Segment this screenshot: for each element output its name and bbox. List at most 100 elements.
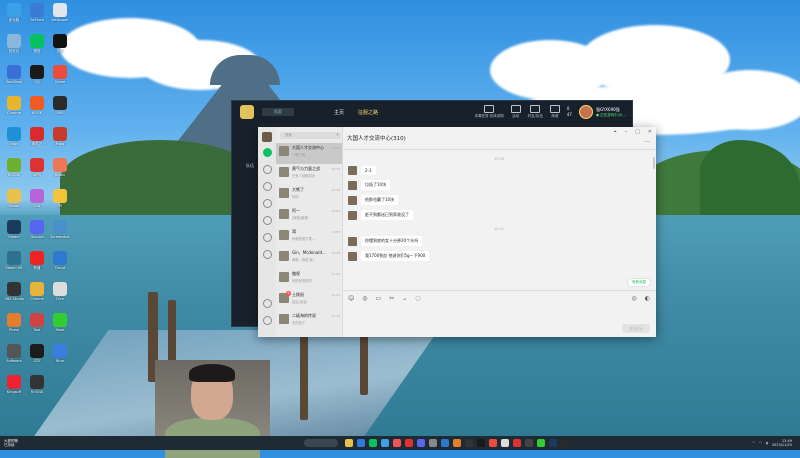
taskbar-app-icon[interactable] [345,439,353,447]
desktop-icon[interactable]: 剪映 [48,34,72,53]
desktop-icon[interactable]: Software [2,344,26,363]
emoji-icon[interactable]: ☺ [348,295,354,302]
taskbar-app-icon[interactable] [477,439,485,447]
scrollbar[interactable] [653,157,655,169]
mini-program-icon[interactable] [262,250,272,259]
desktop-icon[interactable]: Blue [48,344,72,363]
desktop-icon[interactable]: 网易云 [25,127,49,146]
desktop-icon[interactable]: Steam VR [2,251,26,270]
wifi-icon[interactable]: ◠ [759,441,762,445]
taskbar-app-icon[interactable] [453,439,461,447]
taskbar-app-icon[interactable] [357,439,365,447]
launcher-search[interactable]: 搜索 [262,108,294,116]
desktop-icon[interactable]: 有道 [25,251,49,270]
pin-icon[interactable]: ⌖ [614,129,617,135]
launcher-activity[interactable]: 活动 [510,105,521,119]
conversation-item[interactable]: 黄气与力量之战 已有人领取成功 13:33 [276,164,342,185]
taskbar-app-icon[interactable] [537,439,545,447]
chevron-down-icon[interactable]: ⌄ [402,295,407,302]
desktop-icon[interactable]: Cloud [48,251,72,270]
desktop-icon[interactable]: Wallpaper [48,3,72,22]
weather-widget[interactable]: 大雾预警 已持续 [4,439,44,447]
maximize-icon[interactable]: □ [635,129,640,135]
conversation-item[interactable]: 大国人才交流中心 一眼丁真 13:49 [276,143,342,164]
tab-conquest[interactable]: 征服之路 [358,109,378,116]
favorites-icon[interactable] [262,182,272,191]
new-message-pill[interactable]: 有新消息 [628,279,650,286]
desktop-icon[interactable]: Mask [48,313,72,332]
desktop-icon[interactable]: OBS Studio [2,282,26,301]
taskbar-app-icon[interactable] [429,439,437,447]
desktop-icon[interactable]: Screenshot [48,220,72,239]
phone-icon[interactable] [262,299,272,308]
menu-icon[interactable] [262,316,272,325]
desktop-icon[interactable]: Steam [2,220,26,239]
launcher-friends[interactable]: 好友/队伍 [528,105,543,119]
message[interactable]: 赶不到都送已到家收没了 [348,210,656,220]
desktop-icon[interactable]: YY [48,189,72,208]
desktop-icon[interactable]: Chrome [2,96,26,115]
favorites-icon[interactable]: ◎ [362,295,367,302]
desktop-icon[interactable]: OBS [48,96,72,115]
chats-icon[interactable] [262,148,272,157]
send-button[interactable]: 发送(S) [622,324,650,333]
tab-home[interactable]: 主页 [334,109,344,116]
desktop-icon[interactable]: Dice [48,282,72,301]
conversation-item[interactable]: 大熊了 好的 13:30 [276,185,342,206]
conversation-item[interactable]: 傲视 好的好的好的 11:56 [276,269,342,290]
chat-history-icon[interactable]: ◌ [415,295,420,302]
taskbar-app-icon[interactable] [549,439,557,447]
minimize-icon[interactable]: – [625,129,628,135]
desktop-icon[interactable]: Cat [25,189,49,208]
conversation-item[interactable]: 2 土拨鼠 加油,加油.. 11:43 [276,290,342,311]
close-icon[interactable]: ✕ [648,129,652,135]
desktop-icon[interactable]: Pubg [48,127,72,146]
desktop-icon[interactable]: Edge [2,127,26,146]
taskbar-app-icon[interactable] [465,439,473,447]
taskbar-app-icon[interactable] [393,439,401,447]
desktop-icon[interactable]: 回收站 [2,34,26,53]
message[interactable]: 你懂到底的女十分钟20个头吗 [348,236,656,246]
voice-call-icon[interactable]: ◎ [632,295,637,302]
more-icon[interactable]: ··· [644,139,650,146]
taskbar-app-icon[interactable] [501,439,509,447]
desktop-icon[interactable]: Tool [25,313,49,332]
taskbar-search[interactable] [304,439,338,447]
desktop-icon[interactable]: Folder [2,189,26,208]
desktop-icon[interactable]: ZZZ [25,344,49,363]
desktop-icon[interactable]: QQ [25,65,49,84]
taskbar-app-icon[interactable] [381,439,389,447]
volume-icon[interactable]: ◖ [766,441,768,445]
player-profile[interactable]: 强GYX690强 ● 正在游戏中(大… [578,105,626,119]
video-call-icon[interactable]: ◐ [645,295,650,302]
desktop-icon[interactable]: NVIDIA [2,158,26,177]
message[interactable]: 他那也赢了10块 [348,195,656,205]
taskbar-app-icon[interactable] [369,439,377,447]
screenshot-icon[interactable]: ✂ [389,295,394,302]
desktop-icon[interactable]: 微信 [25,34,49,53]
moments-icon[interactable] [262,199,272,208]
conversation-item[interactable]: 阿一 [转账]谢谢 13:05 [276,206,342,227]
message[interactable]: 2-3 [348,166,656,175]
input-area[interactable]: ☺ ◎ ▭ ✂ ⌄ ◌ ◎ ◐ 发送(S) [342,290,656,337]
taskbar-app-icon[interactable] [525,439,533,447]
desktop-icon[interactable]: SoloDesk [2,65,26,84]
my-avatar[interactable] [262,132,272,142]
desktop-icon[interactable]: Discord [25,220,49,239]
desktop-icon[interactable]: KOOK [25,96,49,115]
desktop-icon[interactable]: NVIDIA [25,375,49,394]
contacts-icon[interactable] [262,165,272,174]
taskbar-app-icon[interactable] [489,439,497,447]
taskbar-app-icon[interactable] [405,439,413,447]
file-icon[interactable]: ▭ [376,295,382,302]
clock[interactable]: 13:49 2023/11/25 [772,439,792,447]
taskbar-app-icon[interactable] [441,439,449,447]
desktop-icon[interactable]: GeForce [25,3,49,22]
taskbar-app-icon[interactable] [513,439,521,447]
desktop-icon[interactable]: Game [48,65,72,84]
desktop-icon[interactable]: Photo [2,313,26,332]
conversation-item[interactable]: 渴你就知道下载… 12:58 [276,227,342,248]
launcher-tasks[interactable]: 本周任务·总体说明 [475,105,504,119]
launcher-shop[interactable]: 商城 [549,105,560,119]
desktop-icon[interactable]: Chrome [25,282,49,301]
